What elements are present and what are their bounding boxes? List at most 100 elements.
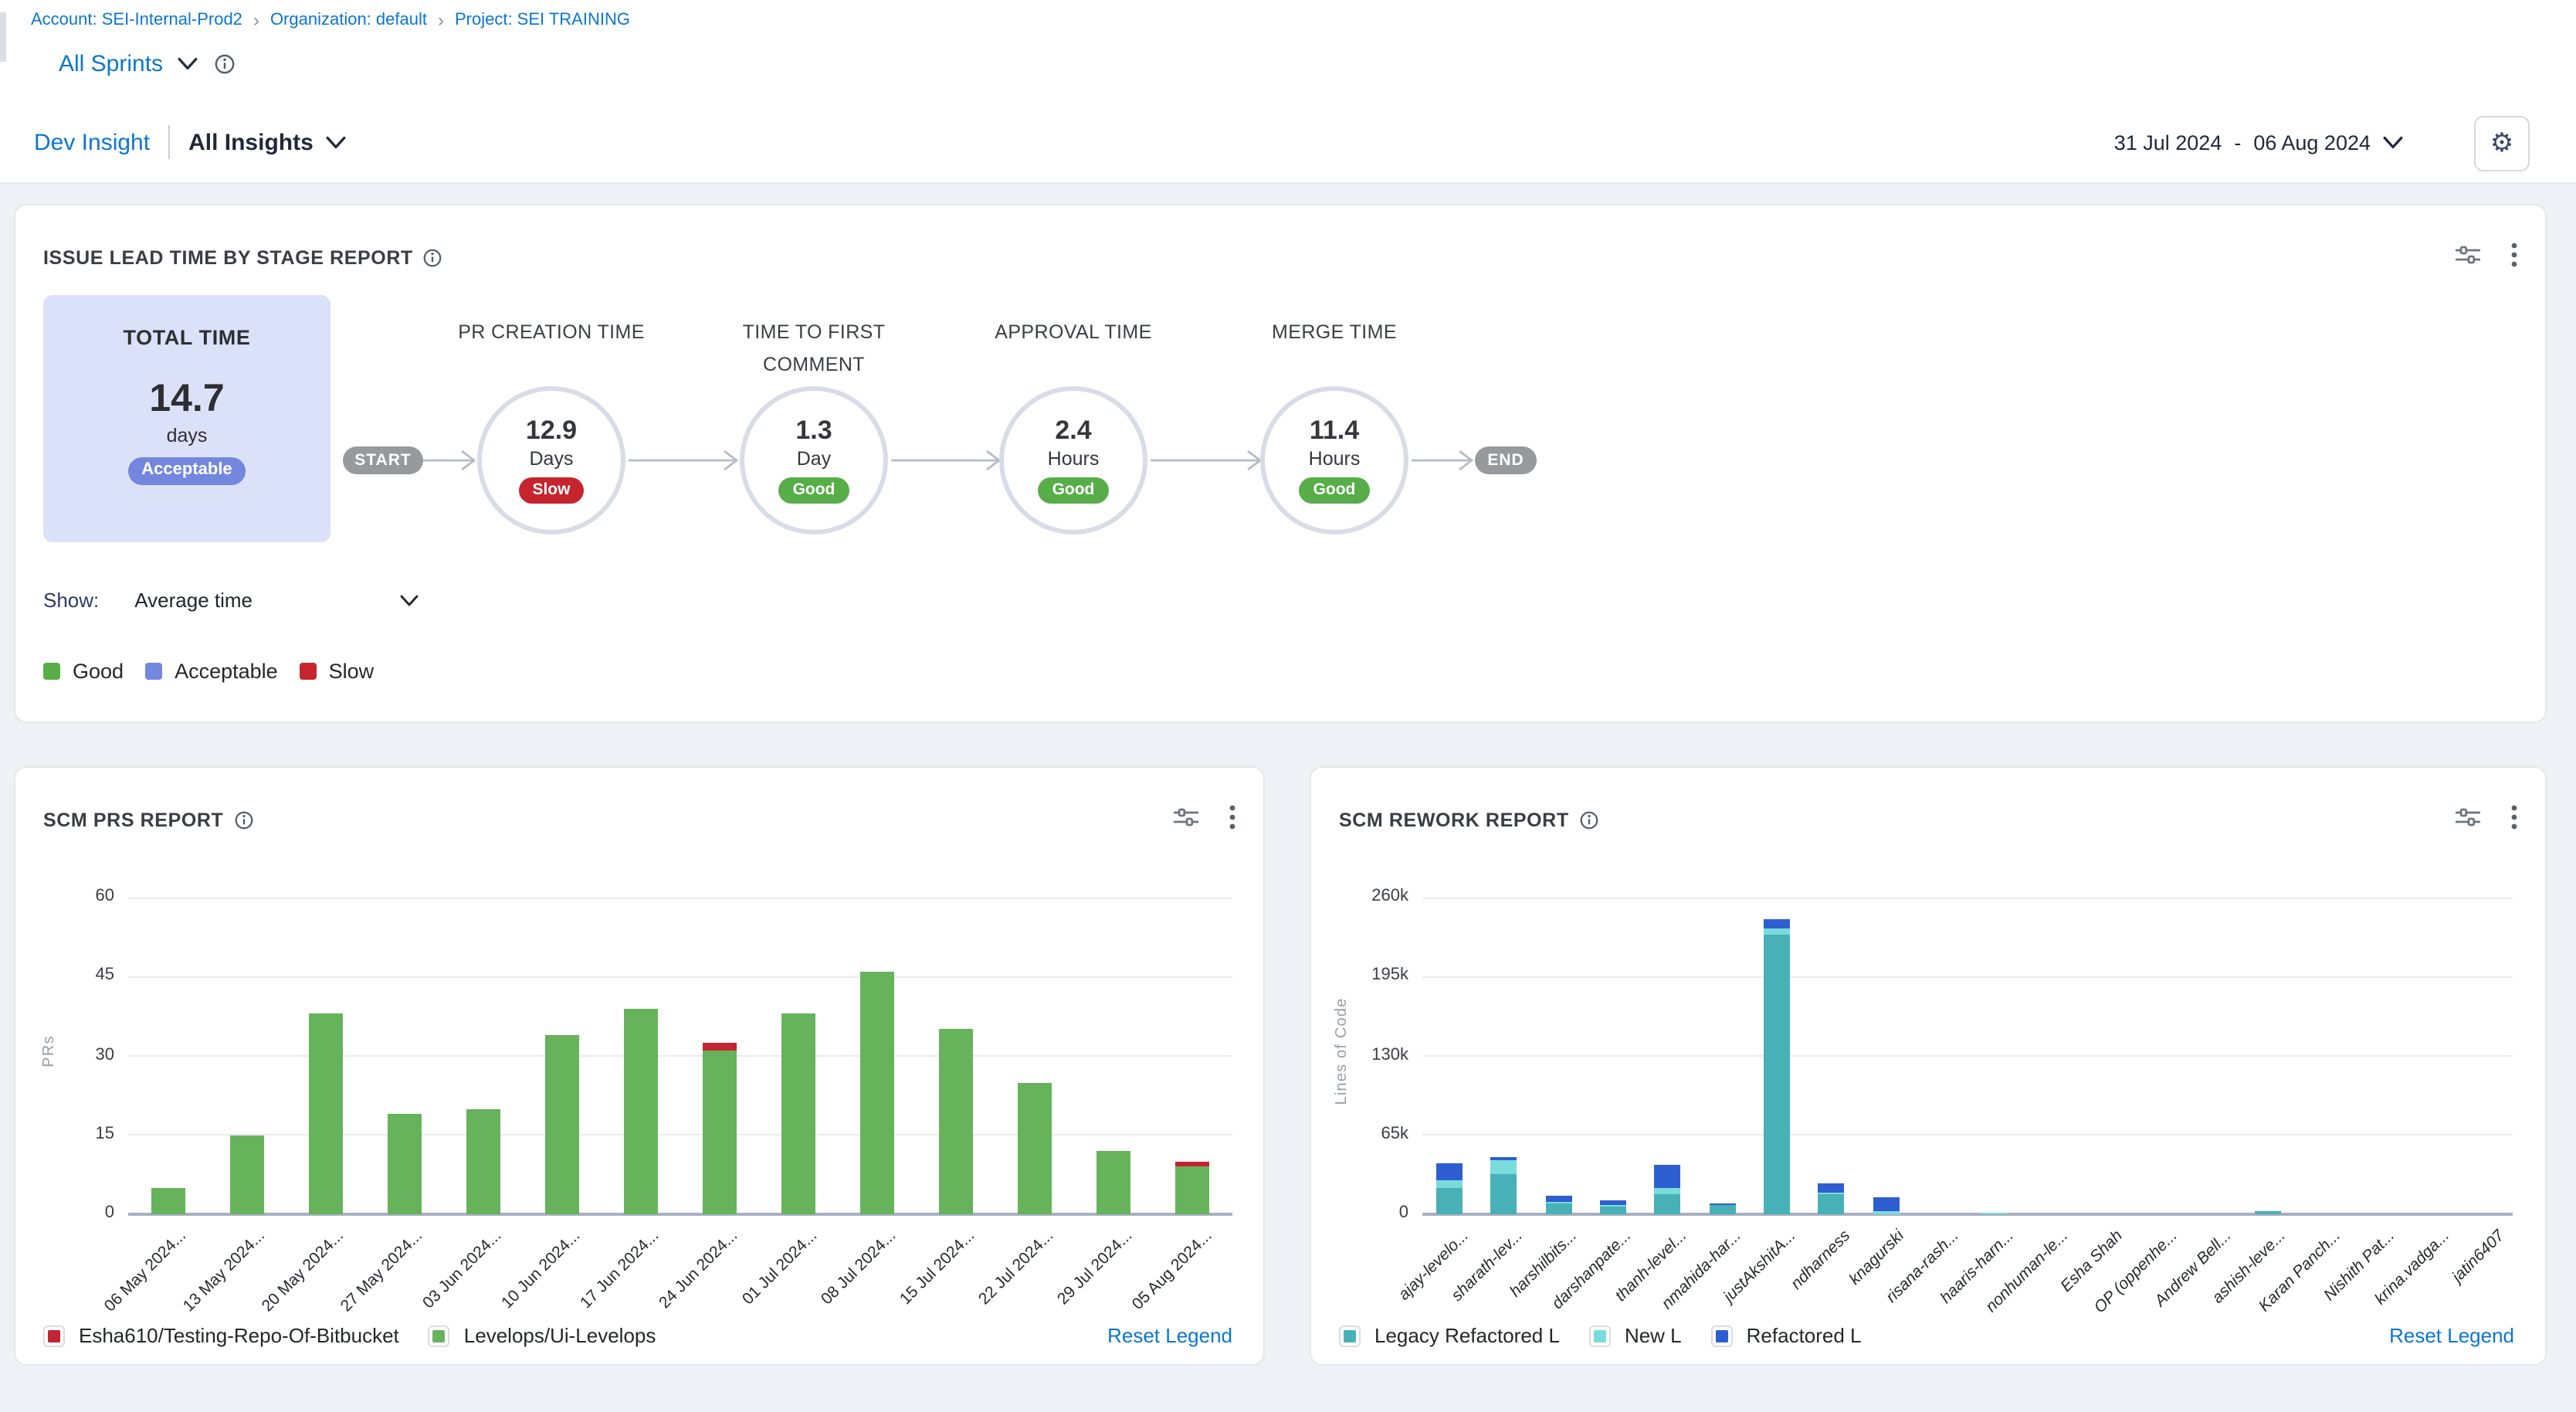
bar-segment[interactable] (1981, 1213, 2008, 1214)
chevron-down-icon (326, 135, 346, 149)
more-options-icon[interactable] (1229, 805, 1235, 830)
legend-item[interactable]: Esha610/Testing-Repo-Of-Bitbucket (43, 1324, 399, 1347)
sprint-selector[interactable]: All Sprints (59, 51, 197, 77)
bar-segment[interactable] (1176, 1162, 1210, 1167)
bar-segment[interactable] (151, 1188, 185, 1214)
dev-insight-link[interactable]: Dev Insight (34, 129, 150, 155)
bar-segment[interactable] (1818, 1193, 1845, 1214)
legend-item[interactable]: Legacy Refactored L (1339, 1324, 1560, 1347)
date-range-picker[interactable]: 31 Jul 2024 - 06 Aug 2024 (2114, 102, 2403, 182)
filter-icon[interactable] (2456, 244, 2480, 266)
bar-segment[interactable] (1019, 1082, 1052, 1214)
bar-segment[interactable] (940, 1030, 974, 1214)
info-icon[interactable] (424, 249, 442, 267)
x-axis-label: 29 Jul 2024... (1055, 1227, 1137, 1308)
y-axis-title: Lines of Code (1334, 989, 1351, 1113)
legend-swatch (145, 663, 162, 680)
panel-title: SCM REWORK REPORT (1339, 810, 1569, 831)
info-icon[interactable] (234, 811, 253, 830)
stage-label: TIME TO FIRST COMMENT (706, 317, 922, 382)
all-insights-dropdown[interactable]: All Insights (188, 129, 346, 155)
y-tick-label: 0 (1399, 1203, 1408, 1222)
bar-segment[interactable] (703, 1043, 737, 1051)
breadcrumb-project[interactable]: Project: SEI TRAINING (455, 11, 630, 29)
panel-title: ISSUE LEAD TIME BY STAGE REPORT (43, 247, 413, 269)
bar-segment[interactable] (1436, 1163, 1463, 1180)
bar-segment[interactable] (1436, 1187, 1463, 1214)
bar-segment[interactable] (624, 1009, 658, 1215)
panel-title: SCM PRS REPORT (43, 810, 223, 831)
bar-segment[interactable] (2254, 1211, 2280, 1214)
bar-segment[interactable] (229, 1135, 263, 1215)
legend-item[interactable]: Refactored L (1711, 1324, 1862, 1347)
y-tick-label: 260k (1371, 887, 1408, 905)
info-icon[interactable] (214, 54, 234, 74)
bar-segment[interactable] (1600, 1207, 1626, 1214)
bar-segment[interactable] (1818, 1183, 1845, 1193)
bar-segment[interactable] (1491, 1174, 1517, 1214)
show-metric-dropdown[interactable]: Show: Average time (43, 589, 418, 612)
breadcrumb-organization[interactable]: Organization: default (270, 11, 427, 29)
reset-legend-link[interactable]: Reset Legend (2389, 1324, 2514, 1347)
bar-segment[interactable] (1764, 935, 1790, 1214)
filter-icon[interactable] (2456, 806, 2480, 828)
legend-item-acceptable: Acceptable (145, 660, 278, 683)
more-options-icon[interactable] (2511, 805, 2517, 830)
gridline (128, 1055, 1232, 1057)
bar-segment[interactable] (1873, 1210, 1899, 1214)
bar-segment[interactable] (860, 972, 894, 1214)
legend-swatch (1339, 1325, 1361, 1346)
info-icon[interactable] (1580, 811, 1598, 830)
bar-segment[interactable] (1176, 1167, 1210, 1215)
y-axis-title: PRs (41, 989, 58, 1113)
legend-item-good: Good (43, 660, 124, 683)
bar-segment[interactable] (1655, 1166, 1681, 1189)
bar-segment[interactable] (1600, 1200, 1626, 1206)
bar-segment[interactable] (703, 1051, 737, 1214)
x-axis-label: 08 Jul 2024... (818, 1227, 900, 1308)
page: Account: SEI-Internal-Prod2 › Organizati… (0, 0, 2576, 1412)
bar-segment[interactable] (388, 1114, 422, 1214)
bar-segment[interactable] (1655, 1193, 1681, 1214)
stage-circle-merge: 11.4 Hours Good (1260, 386, 1408, 535)
breadcrumb-account[interactable]: Account: SEI-Internal-Prod2 (31, 11, 242, 29)
bar-segment[interactable] (1709, 1206, 1735, 1214)
legend-item[interactable]: New L (1589, 1324, 1682, 1347)
bar-segment[interactable] (1097, 1151, 1131, 1214)
bar-segment[interactable] (1491, 1157, 1517, 1159)
bar-segment[interactable] (781, 1013, 815, 1214)
bar-segment[interactable] (1764, 928, 1790, 935)
stage-value: 2.4 (1055, 417, 1091, 446)
x-axis-label: 13 May 2024... (180, 1227, 269, 1315)
settings-button[interactable]: ⚙ (2474, 116, 2530, 171)
scm-prs-panel: SCM PRS REPORT PRs 01530456006 May 2024.… (14, 766, 1265, 1366)
filter-icon[interactable] (1174, 806, 1198, 828)
legend-label: Acceptable (175, 660, 278, 683)
breadcrumb-separator-icon: › (253, 9, 259, 31)
legend-swatch (429, 1325, 450, 1346)
bar-segment[interactable] (1764, 919, 1790, 928)
bar-segment[interactable] (1436, 1180, 1463, 1187)
x-axis-label: 01 Jul 2024... (739, 1227, 821, 1308)
x-axis-line (1422, 1213, 2513, 1216)
bar-segment[interactable] (308, 1013, 342, 1214)
bar-segment[interactable] (466, 1108, 500, 1214)
reset-legend-link[interactable]: Reset Legend (1107, 1324, 1232, 1347)
bar-segment[interactable] (1655, 1189, 1681, 1193)
bar-segment[interactable] (1709, 1203, 1735, 1205)
legend-swatch (43, 663, 60, 680)
bar-segment[interactable] (1546, 1203, 1572, 1214)
y-tick-label: 30 (96, 1045, 115, 1064)
legend-item[interactable]: Levelops/Ui-Levelops (429, 1324, 656, 1347)
gridline (1422, 1055, 2513, 1057)
stage-unit: Hours (1309, 448, 1361, 470)
chart-legend: Legacy Refactored L New L Refactored L (1339, 1324, 1862, 1347)
x-axis-label: 03 Jun 2024... (420, 1227, 506, 1312)
more-options-icon[interactable] (2511, 243, 2517, 267)
bar-segment[interactable] (1873, 1197, 1899, 1210)
lead-time-panel: ISSUE LEAD TIME BY STAGE REPORT TOTAL TI… (14, 204, 2547, 723)
bar-segment[interactable] (1546, 1196, 1572, 1202)
gridline (128, 976, 1232, 978)
bar-segment[interactable] (1491, 1159, 1517, 1174)
bar-segment[interactable] (545, 1035, 579, 1214)
